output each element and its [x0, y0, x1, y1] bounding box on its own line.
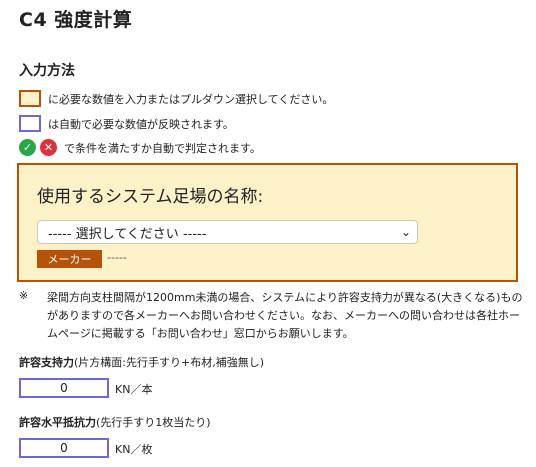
- chevron-down-icon: ⌄: [400, 225, 411, 239]
- check-icon: ✓: [19, 139, 36, 156]
- maker-value: -----: [107, 251, 127, 264]
- allowable-horizontal-label-sub: (先行手すり1枚当たり): [96, 416, 211, 429]
- allowable-horizontal-value: 0: [19, 438, 109, 458]
- maker-button[interactable]: メーカー: [37, 250, 102, 268]
- legend-judge: ✓ ✕ で条件を満たすか自動で判定されます。: [19, 139, 261, 156]
- allowable-support-label: 許容支持力(片方構面:先行手すり+布材,補強無し): [19, 354, 264, 370]
- allowable-support-value: 0: [19, 378, 109, 398]
- cross-icon: ✕: [40, 139, 57, 156]
- legend-judge-text: で条件を満たすか自動で判定されます。: [64, 141, 261, 155]
- system-select[interactable]: ----- 選択してください ----- ⌄: [37, 220, 418, 244]
- legend-input: に必要な数値を入力またはプルダウン選択してください。: [19, 90, 333, 107]
- allowable-horizontal-label: 許容水平抵抗力(先行手すり1枚当たり): [19, 414, 211, 430]
- legend-auto: は自動で必要な数値が反映されます。: [19, 115, 234, 132]
- note-text: 梁間方向支柱間隔が1200mm未満の場合、システムにより許容支持力が異なる(大き…: [47, 291, 523, 340]
- system-select-value: ----- 選択してください -----: [48, 226, 207, 242]
- allowable-support-unit: KN／本: [115, 383, 153, 396]
- system-panel: 使用するシステム足場の名称: ----- 選択してください ----- ⌄ メー…: [17, 163, 518, 282]
- legend-input-text: に必要な数値を入力またはプルダウン選択してください。: [48, 92, 334, 106]
- section-title-input-method: 入力方法: [19, 63, 75, 79]
- page-title: C4 強度計算: [19, 9, 133, 31]
- allowable-horizontal-unit: KN／枚: [115, 443, 153, 456]
- auto-swatch: [19, 115, 41, 132]
- system-panel-title: 使用するシステム足場の名称:: [37, 187, 264, 207]
- note-mark: ※: [19, 289, 29, 302]
- input-swatch: [19, 90, 41, 107]
- allowable-horizontal-label-main: 許容水平抵抗力: [19, 416, 96, 429]
- allowable-support-label-main: 許容支持力: [19, 356, 74, 369]
- allowable-support-label-sub: (片方構面:先行手すり+布材,補強無し): [74, 356, 265, 369]
- legend-auto-text: は自動で必要な数値が反映されます。: [48, 117, 234, 131]
